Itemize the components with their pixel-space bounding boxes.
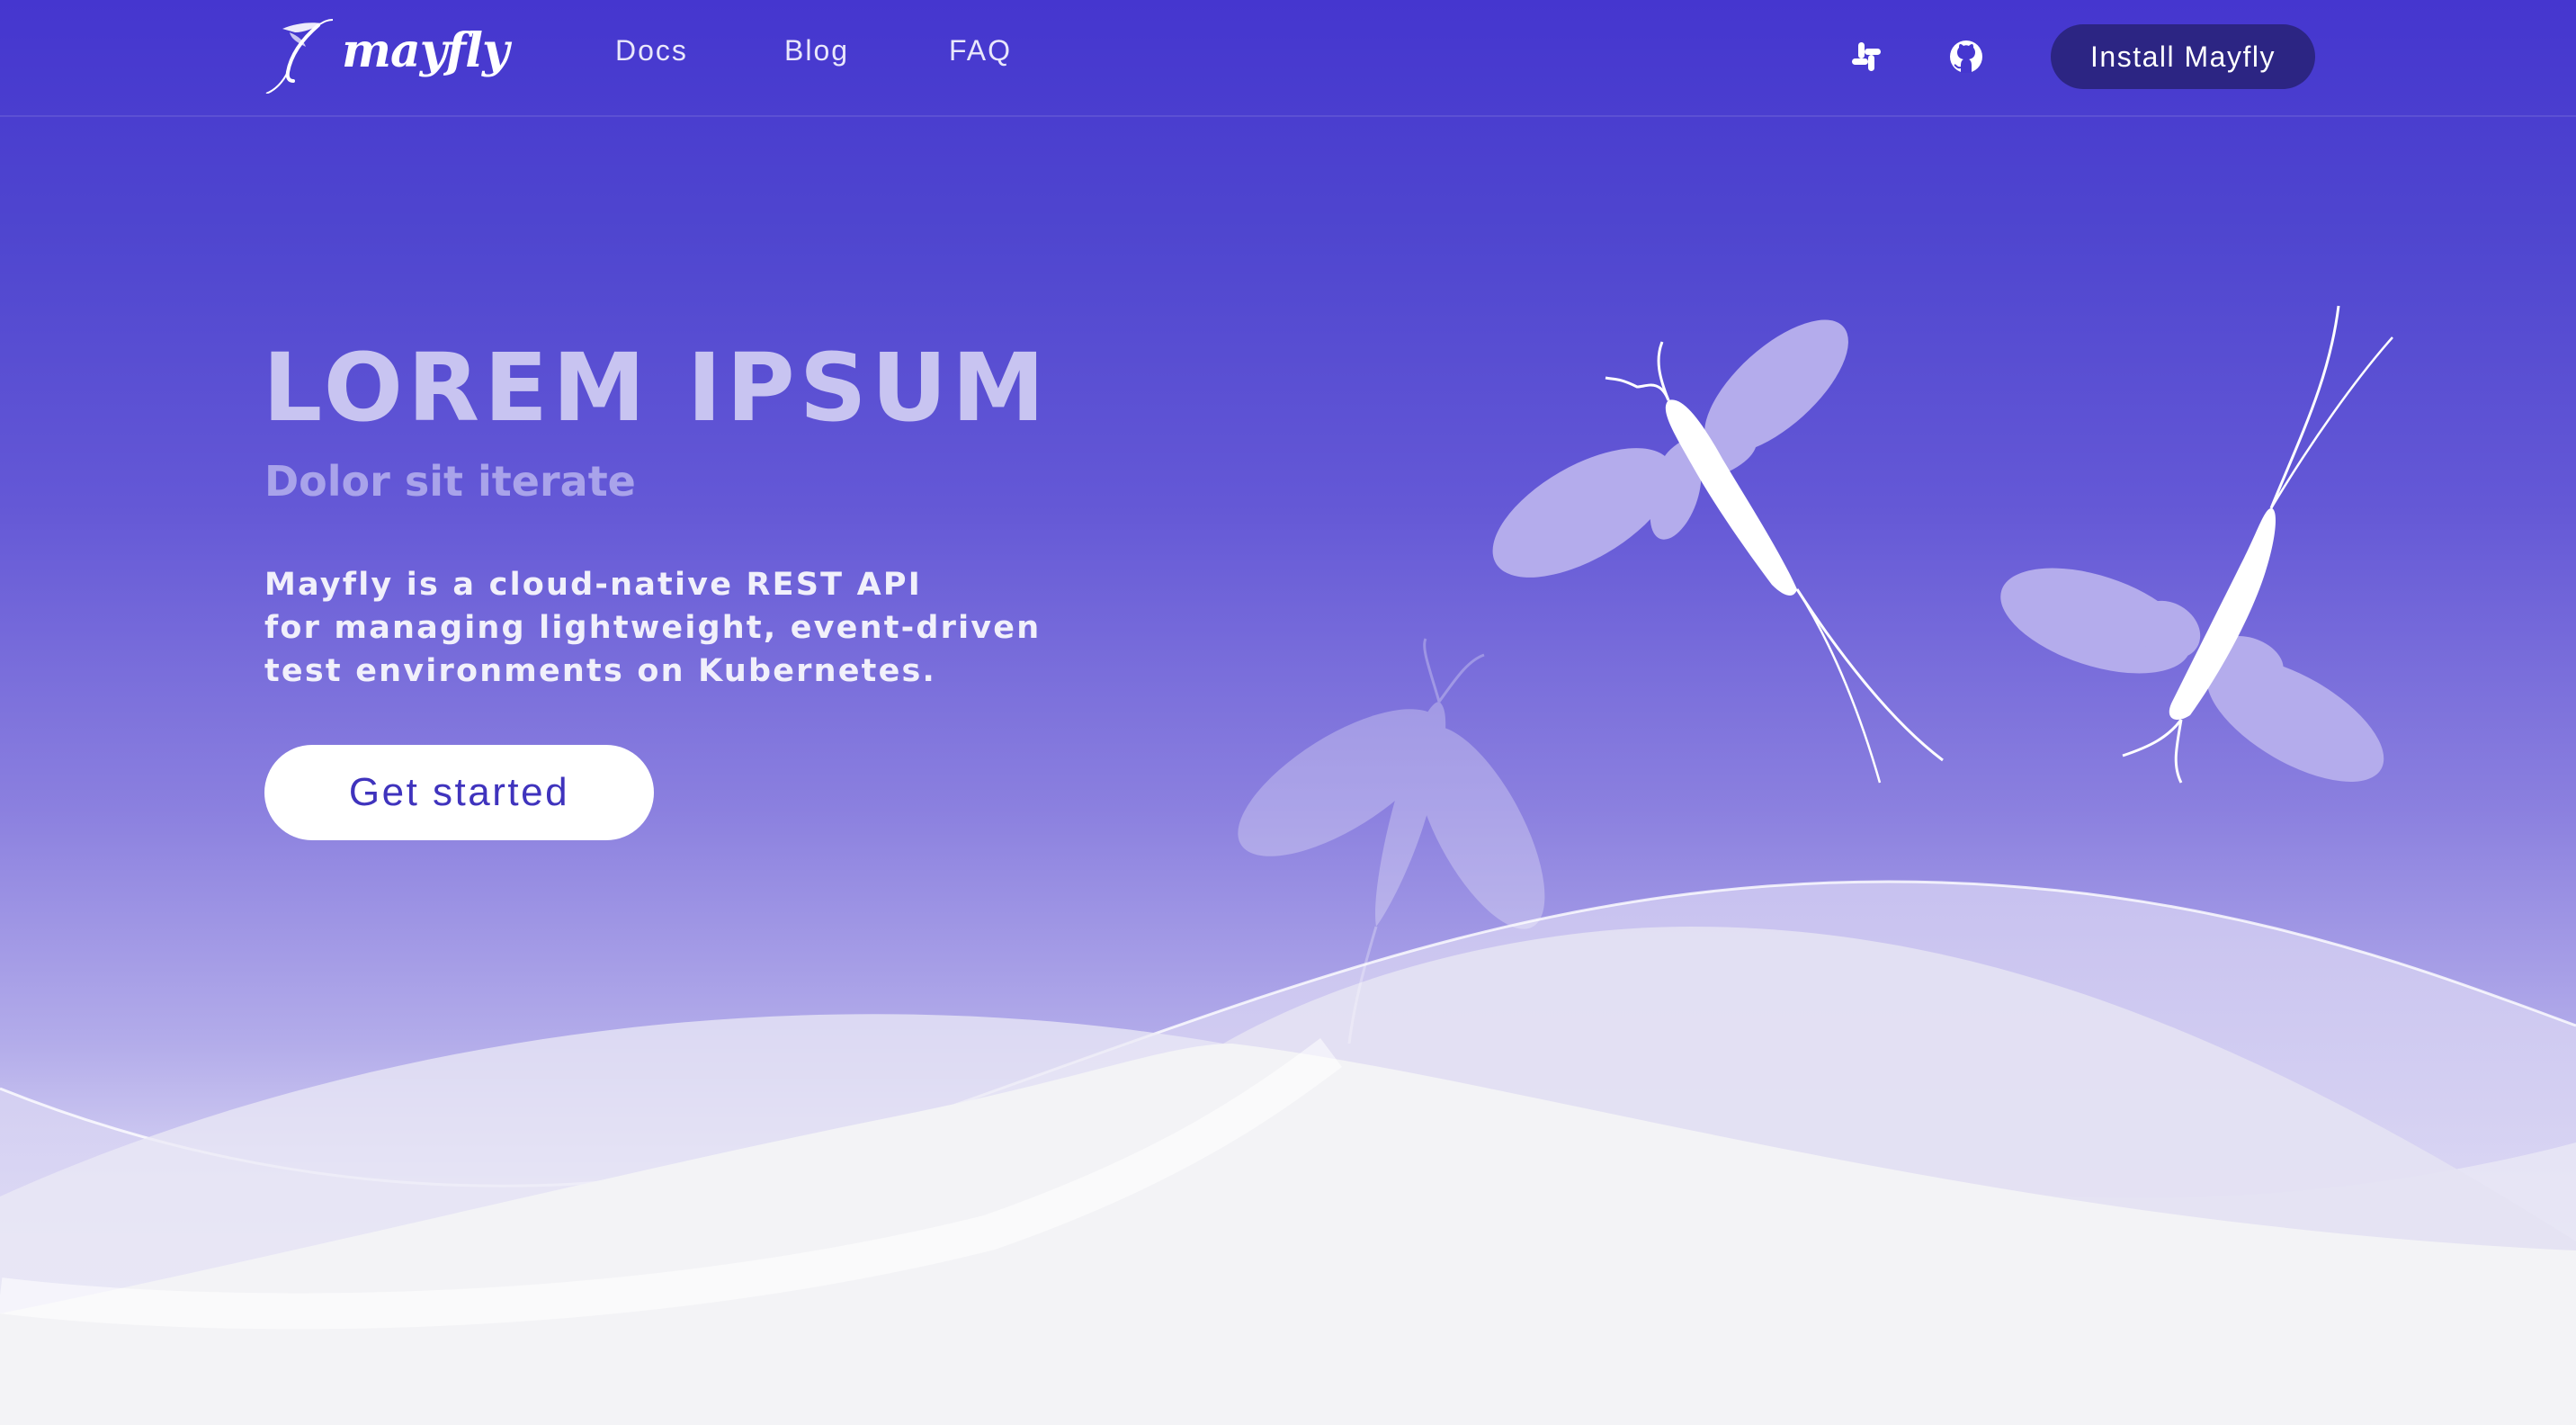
hero-description: Mayfly is a cloud-native REST API for ma… [264, 563, 1164, 693]
top-navbar: mayfly Docs Blog FAQ Install Mayfly [0, 0, 2576, 117]
mayfly-logo-icon [265, 19, 334, 94]
wave-decoration [0, 880, 2576, 1425]
mayfly-logo[interactable]: mayfly [259, 13, 511, 94]
get-started-button[interactable]: Get started [264, 745, 654, 840]
nav-link-blog[interactable]: Blog [784, 34, 849, 67]
hero-description-line: test environments on Kubernetes. [264, 653, 937, 689]
nav-link-docs[interactable]: Docs [615, 34, 688, 67]
install-mayfly-button[interactable]: Install Mayfly [2051, 24, 2315, 89]
nav-link-faq[interactable]: FAQ [949, 34, 1012, 67]
hero-title: LOREM IPSUM [263, 333, 1050, 443]
slack-icon[interactable] [1848, 39, 1884, 75]
github-icon[interactable] [1948, 39, 1984, 75]
logo-wordmark: mayfly [342, 22, 509, 78]
hero-subtitle: Dolor sit iterate [264, 457, 636, 506]
hero-description-line: Mayfly is a cloud-native REST API [264, 567, 923, 603]
hero-description-line: for managing lightweight, event-driven [264, 610, 1042, 646]
